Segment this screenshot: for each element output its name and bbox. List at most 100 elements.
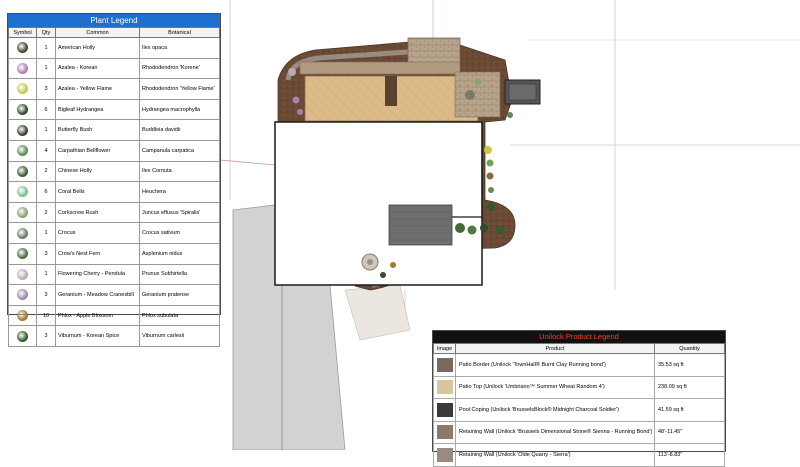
plant-qty: 3 xyxy=(36,284,56,306)
crocus-symbol-icon xyxy=(17,227,28,239)
plant-botanical-name: Rhododendron 'Yellow Flame' xyxy=(139,78,220,100)
walkway xyxy=(344,284,411,341)
table-row: 1 Azalea - Korean Rhododendron 'Korene' xyxy=(8,57,220,80)
plant-botanical-name: Buddleia davidii xyxy=(139,119,220,141)
product-quantity: 41.59 sq ft xyxy=(654,398,725,422)
plant-common-name: Azalea - Yellow Flame xyxy=(55,78,140,100)
table-row: Patio Top (Unilock 'Umbriano™ Summer Whe… xyxy=(433,375,725,399)
product-swatch-image xyxy=(436,425,453,440)
table-row: 3 Viburnum - Korean Spice Viburnum carlesi… xyxy=(8,325,220,347)
plant-botanical-name: Ilex opaca xyxy=(139,37,220,59)
viburnum-symbol-icon xyxy=(17,330,28,342)
column-header-symbol: Symbol xyxy=(8,27,37,38)
table-row: Pool Coping (Unilock 'BrusselsBlock® Mid… xyxy=(433,398,725,422)
table-row: 6 Coral Bells Heuchera xyxy=(8,181,220,203)
plant-qty: 2 xyxy=(36,201,56,224)
plant-botanical-name: Hydrangea macrophylla xyxy=(139,98,220,121)
plant-common-name: Butterfly Bush xyxy=(55,119,140,141)
plant-common-name: Chinese Holly xyxy=(55,160,140,183)
plant-botanical-name: Ilex Cornuta xyxy=(139,160,220,183)
azalea-yellow-symbol-icon xyxy=(17,83,28,95)
bellflower-symbol-icon xyxy=(17,145,28,157)
table-row: 4 Carpathian Bellflower Campanula carpatic… xyxy=(8,139,220,162)
plant-qty: 1 xyxy=(36,37,56,59)
product-quantity: 113'-8.83" xyxy=(654,443,725,467)
plant-qty: 3 xyxy=(36,78,56,100)
plant-qty: 6 xyxy=(36,181,56,203)
table-row: 1 Butterfly Bush Buddleia davidii xyxy=(8,119,220,141)
plant-legend-panel: Plant Legend Symbol Qty Common Botanical… xyxy=(7,13,221,347)
cherry-symbol-icon xyxy=(17,268,28,280)
butterfly-bush-symbol-icon xyxy=(17,124,28,136)
plant-common-name: Carpathian Bellflower xyxy=(55,139,140,162)
product-name: Retaining Wall (Unilock 'Brussels Dimens… xyxy=(455,420,655,444)
plant-common-name: Flowering Cherry - Pendula xyxy=(55,263,140,286)
plant-common-name: Azalea - Korean xyxy=(55,57,140,80)
product-name: Retaining Wall (Unilock 'Olde Quarry - S… xyxy=(455,443,655,467)
product-legend-panel: Unilock Product Legend Image Product Qua… xyxy=(432,330,726,467)
table-row: 3 Azalea - Yellow Flame Rhododendron 'Yell… xyxy=(8,78,220,100)
plant-qty: 1 xyxy=(36,263,56,286)
table-row: 3 Geranium - Meadow Cranesbill Geranium pr… xyxy=(8,284,220,306)
plant-common-name: Phlox - Apple Blossom xyxy=(55,304,140,327)
plant-qty: 1 xyxy=(36,119,56,141)
product-name: Patio Border (Unilock 'TownHall® Burnt C… xyxy=(455,353,655,377)
table-row: Patio Border (Unilock 'TownHall® Burnt C… xyxy=(433,353,725,377)
product-quantity: 48'-11.45" xyxy=(654,420,725,444)
product-swatch-image xyxy=(436,357,453,372)
table-row: 10 Phlox - Apple Blossom Phlox subulata xyxy=(8,304,220,327)
geranium-symbol-icon xyxy=(17,289,28,301)
plant-botanical-name: Phlox subulata xyxy=(139,304,220,327)
corkscrew-rush-symbol-icon xyxy=(17,207,28,219)
plant-qty: 3 xyxy=(36,242,56,265)
plant-legend-title: Plant Legend xyxy=(8,14,220,27)
column-header-product: Product xyxy=(455,343,655,354)
table-row: 2 Corkscrew Rush Juncus effusus 'Spiralis' xyxy=(8,201,220,224)
column-header-image: Image xyxy=(433,343,456,354)
plant-qty: 10 xyxy=(36,304,56,327)
holly-symbol-icon xyxy=(17,42,28,54)
plant-qty: 6 xyxy=(36,98,56,121)
table-row: 6 Bigleaf Hydrangea Hydrangea macrophylla xyxy=(8,98,220,121)
porch-roof xyxy=(388,204,453,246)
hydrangea-symbol-icon xyxy=(17,104,28,116)
plant-botanical-name: Campanula carpatica xyxy=(139,139,220,162)
phlox-symbol-icon xyxy=(17,310,28,322)
patio-dark-strip xyxy=(385,76,397,106)
table-row: 3 Crow's Nest Fern Asplenium nidus xyxy=(8,242,220,265)
plant-qty: 3 xyxy=(36,325,56,347)
product-swatch-image xyxy=(436,402,453,417)
table-row: 1 Flowering Cherry - Pendula Prunus Subhir… xyxy=(8,263,220,286)
plant-common-name: American Holly xyxy=(55,37,140,59)
table-row: Retaining Wall (Unilock 'Olde Quarry - S… xyxy=(433,443,725,467)
product-swatch-image xyxy=(436,380,453,395)
table-row: 2 Chinese Holly Ilex Cornuta xyxy=(8,160,220,183)
plant-botanical-name: Rhododendron 'Korene' xyxy=(139,57,220,80)
plant-common-name: Bigleaf Hydrangea xyxy=(55,98,140,121)
plant-common-name: Crow's Nest Fern xyxy=(55,242,140,265)
azalea-symbol-icon xyxy=(17,62,28,74)
chinese-holly-symbol-icon xyxy=(17,165,28,177)
plant-botanical-name: Viburnum carlesii xyxy=(139,325,220,347)
column-header-qty: Qty xyxy=(36,27,56,38)
product-name: Pool Coping (Unilock 'BrusselsBlock® Mid… xyxy=(455,398,655,422)
column-header-botanical: Botanical xyxy=(139,27,220,38)
plant-qty: 1 xyxy=(36,222,56,244)
house-footprint xyxy=(274,121,483,286)
fern-symbol-icon xyxy=(17,248,28,260)
plant-common-name: Corkscrew Rush xyxy=(55,201,140,224)
product-quantity: 35.53 sq ft xyxy=(654,353,725,377)
patio-border-band xyxy=(299,61,461,75)
plant-qty: 1 xyxy=(36,57,56,80)
table-row: 1 American Holly Ilex opaca xyxy=(8,37,220,59)
plant-qty: 2 xyxy=(36,160,56,183)
plant-qty: 4 xyxy=(36,139,56,162)
plant-common-name: Crocus xyxy=(55,222,140,244)
plant-botanical-name: Heuchera xyxy=(139,181,220,203)
table-row: 1 Crocus Crocus sativum xyxy=(8,222,220,244)
product-quantity: 238.09 sq ft xyxy=(654,375,725,399)
product-legend-table: Image Product Quantity Patio Border (Uni… xyxy=(433,343,725,467)
plant-common-name: Coral Bells xyxy=(55,181,140,203)
coral-bells-symbol-icon xyxy=(17,186,28,198)
product-name: Patio Top (Unilock 'Umbriano™ Summer Whe… xyxy=(455,375,655,399)
